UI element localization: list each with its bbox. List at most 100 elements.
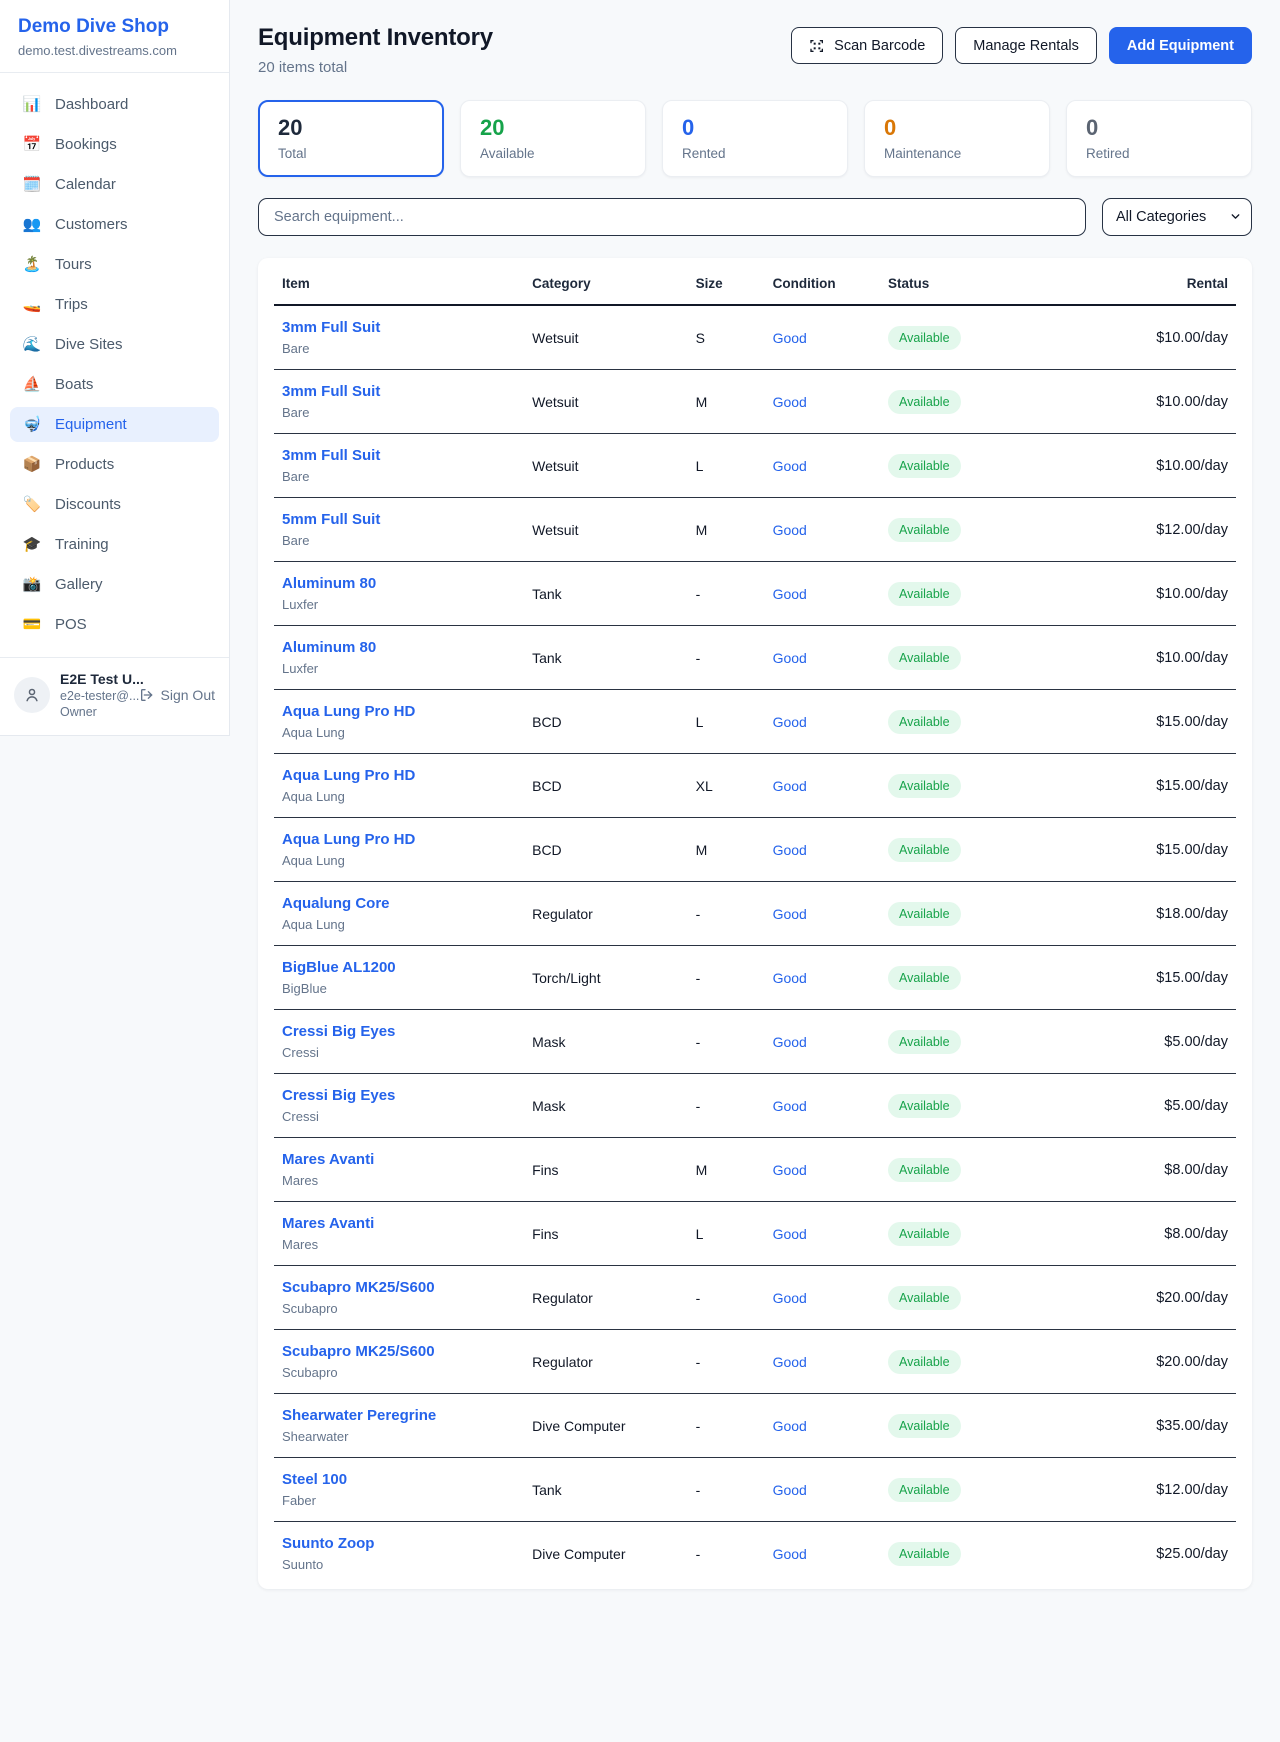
stat-card-maintenance[interactable]: 0Maintenance — [864, 100, 1050, 177]
stat-value: 0 — [1086, 116, 1232, 140]
condition-link[interactable]: Good — [773, 522, 807, 538]
condition-link[interactable]: Good — [773, 394, 807, 410]
brand-title[interactable]: Demo Dive Shop — [18, 16, 211, 38]
table-row: 5mm Full SuitBareWetsuitMGoodAvailable$1… — [274, 498, 1236, 562]
item-name-link[interactable]: 3mm Full Suit — [282, 319, 516, 336]
item-name-link[interactable]: Steel 100 — [282, 1471, 516, 1488]
item-name-link[interactable]: Aqua Lung Pro HD — [282, 831, 516, 848]
status-badge: Available — [888, 518, 961, 542]
item-name-link[interactable]: 3mm Full Suit — [282, 383, 516, 400]
barcode-scan-icon — [809, 38, 825, 54]
condition-link[interactable]: Good — [773, 458, 807, 474]
table-row: Aqua Lung Pro HDAqua LungBCDXLGoodAvaila… — [274, 754, 1236, 818]
status-badge: Available — [888, 1478, 961, 1502]
sidebar-item-customers[interactable]: 👥 Customers — [10, 207, 219, 242]
item-name-link[interactable]: Cressi Big Eyes — [282, 1023, 516, 1040]
table-row: Aluminum 80LuxferTank-GoodAvailable$10.0… — [274, 562, 1236, 626]
table-row: Mares AvantiMaresFinsLGoodAvailable$8.00… — [274, 1202, 1236, 1266]
item-name-link[interactable]: Mares Avanti — [282, 1151, 516, 1168]
condition-link[interactable]: Good — [773, 1162, 807, 1178]
rental-price: $18.00/day — [1072, 882, 1236, 946]
item-name-link[interactable]: Aluminum 80 — [282, 575, 516, 592]
condition-link[interactable]: Good — [773, 1546, 807, 1562]
sidebar-item-label: Customers — [55, 216, 128, 233]
sidebar-item-label: Calendar — [55, 176, 116, 193]
condition-link[interactable]: Good — [773, 970, 807, 986]
table-row: Cressi Big EyesCressiMask-GoodAvailable$… — [274, 1010, 1236, 1074]
condition-link[interactable]: Good — [773, 1034, 807, 1050]
item-name-link[interactable]: Aqualung Core — [282, 895, 516, 912]
sidebar-item-dashboard[interactable]: 📊Dashboard — [10, 87, 219, 122]
item-name-link[interactable]: Aluminum 80 — [282, 639, 516, 656]
sidebar-item-boats[interactable]: ⛵Boats — [10, 367, 219, 402]
rental-price: $25.00/day — [1072, 1522, 1236, 1586]
column-header-item: Item — [274, 260, 524, 305]
item-name-link[interactable]: 3mm Full Suit — [282, 447, 516, 464]
condition-link[interactable]: Good — [773, 1098, 807, 1114]
column-header-condition: Condition — [765, 260, 880, 305]
condition-link[interactable]: Good — [773, 778, 807, 794]
item-name-link[interactable]: Scubapro MK25/S600 — [282, 1343, 516, 1360]
sidebar-item-tours[interactable]: 🏝️Tours — [10, 247, 219, 282]
sidebar-item-trips[interactable]: 🚤Trips — [10, 287, 219, 322]
sidebar-item-calendar[interactable]: 🗓️Calendar — [10, 167, 219, 202]
sidebar-item-training[interactable]: 🎓Training — [10, 527, 219, 562]
item-size: S — [688, 305, 765, 370]
item-name-link[interactable]: Aqua Lung Pro HD — [282, 703, 516, 720]
scan-barcode-button[interactable]: Scan Barcode — [791, 27, 943, 64]
sidebar-item-label: Training — [55, 536, 109, 553]
stat-card-available[interactable]: 20Available — [460, 100, 646, 177]
item-size: - — [688, 626, 765, 690]
products-icon: 📦 — [22, 457, 42, 472]
page-header: Equipment Inventory 20 items total Scan … — [258, 24, 1252, 76]
sidebar-item-equipment[interactable]: 🤿Equipment — [10, 407, 219, 442]
condition-link[interactable]: Good — [773, 1290, 807, 1306]
condition-link[interactable]: Good — [773, 1354, 807, 1370]
manage-rentals-button[interactable]: Manage Rentals — [955, 27, 1097, 64]
condition-link[interactable]: Good — [773, 1226, 807, 1242]
stat-cards-row: 20Total20Available0Rented0Maintenance0Re… — [258, 100, 1252, 177]
item-name-link[interactable]: Mares Avanti — [282, 1215, 516, 1232]
sidebar-item-label: Discounts — [55, 496, 121, 513]
condition-link[interactable]: Good — [773, 1482, 807, 1498]
sidebar-item-dive-sites[interactable]: 🌊Dive Sites — [10, 327, 219, 362]
category-select[interactable]: All Categories — [1102, 198, 1252, 236]
item-name-link[interactable]: 5mm Full Suit — [282, 511, 516, 528]
item-name-link[interactable]: Cressi Big Eyes — [282, 1087, 516, 1104]
sidebar-item-products[interactable]: 📦 Products — [10, 447, 219, 482]
sidebar-item-label: Products — [55, 456, 114, 473]
condition-link[interactable]: Good — [773, 586, 807, 602]
item-brand: Scubapro — [282, 1365, 516, 1380]
item-category: BCD — [524, 754, 688, 818]
item-name-link[interactable]: BigBlue AL1200 — [282, 959, 516, 976]
item-name-link[interactable]: Shearwater Peregrine — [282, 1407, 516, 1424]
item-name-link[interactable]: Suunto Zoop — [282, 1535, 516, 1552]
table-row: Steel 100FaberTank-GoodAvailable$12.00/d… — [274, 1458, 1236, 1522]
condition-link[interactable]: Good — [773, 714, 807, 730]
item-size: L — [688, 434, 765, 498]
stat-card-retired[interactable]: 0Retired — [1066, 100, 1252, 177]
add-equipment-button[interactable]: Add Equipment — [1109, 27, 1252, 64]
stat-card-total[interactable]: 20Total — [258, 100, 444, 177]
item-name-link[interactable]: Scubapro MK25/S600 — [282, 1279, 516, 1296]
stat-card-rented[interactable]: 0Rented — [662, 100, 848, 177]
condition-link[interactable]: Good — [773, 650, 807, 666]
item-name-link[interactable]: Aqua Lung Pro HD — [282, 767, 516, 784]
customers-icon: 👥 — [22, 217, 42, 232]
item-category: Wetsuit — [524, 305, 688, 370]
sidebar-item-gallery[interactable]: 📸Gallery — [10, 567, 219, 602]
sidebar-item-bookings[interactable]: 📅Bookings — [10, 127, 219, 162]
rental-price: $15.00/day — [1072, 946, 1236, 1010]
sign-out-button[interactable]: Sign Out — [139, 687, 215, 703]
item-category: Fins — [524, 1138, 688, 1202]
condition-link[interactable]: Good — [773, 906, 807, 922]
condition-link[interactable]: Good — [773, 842, 807, 858]
condition-link[interactable]: Good — [773, 330, 807, 346]
search-input[interactable] — [258, 198, 1086, 236]
item-brand: Bare — [282, 405, 516, 420]
condition-link[interactable]: Good — [773, 1418, 807, 1434]
table-row: Aqualung CoreAqua LungRegulator-GoodAvai… — [274, 882, 1236, 946]
user-name: E2E Test U... — [60, 671, 129, 687]
sidebar-item-discounts[interactable]: 🏷️Discounts — [10, 487, 219, 522]
sidebar-item-pos[interactable]: 💳POS — [10, 607, 219, 642]
